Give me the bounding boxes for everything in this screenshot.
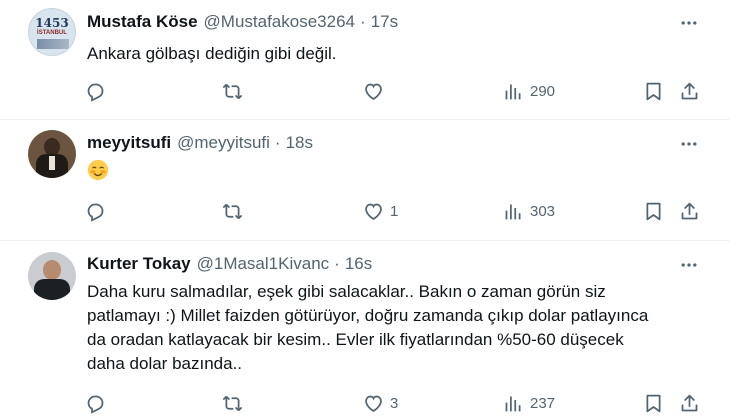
- retweet-icon: [222, 81, 243, 102]
- tweet-text: Ankara gölbaşı dediğin gibi değil.: [87, 44, 337, 63]
- author-name[interactable]: Mustafa Köse: [87, 12, 198, 32]
- like-count: 3: [390, 394, 399, 412]
- tweet-actions: 3 237: [85, 391, 705, 415]
- bookmark-icon: [643, 81, 664, 102]
- more-options-button[interactable]: [678, 254, 700, 276]
- tweet-text: Daha kuru salmadılar, eşek gibi salacakl…: [87, 280, 707, 376]
- smiling-face-with-blush-icon: [87, 159, 109, 181]
- tweet-header: Kurter Tokay @1Masal1Kivanc · 16s: [87, 254, 372, 274]
- bookmark-button[interactable]: [643, 391, 664, 415]
- tweet-header: Mustafa Köse @Mustafakose3264 · 17s: [87, 12, 398, 32]
- avatar-body: [34, 279, 70, 300]
- share-icon: [679, 393, 700, 414]
- reply-icon: [85, 393, 106, 414]
- views-icon: [503, 201, 524, 222]
- share-button[interactable]: [679, 79, 700, 103]
- retweet-button[interactable]: [222, 79, 249, 103]
- tweet-text-line: patlamayı :) Millet faizden götürüyor, d…: [87, 306, 649, 325]
- timestamp[interactable]: 17s: [371, 12, 398, 32]
- bookmark-button[interactable]: [643, 79, 664, 103]
- views-button[interactable]: 237: [503, 391, 555, 415]
- views-count: 290: [530, 82, 556, 100]
- reply-button[interactable]: [85, 199, 112, 223]
- like-icon: [363, 201, 384, 222]
- separator-dot: ·: [274, 133, 281, 152]
- avatar-logo-subtext: İSTANBUL: [37, 30, 67, 36]
- like-button[interactable]: 3: [363, 391, 398, 415]
- views-icon: [503, 393, 524, 414]
- tweet-actions: 1 303: [85, 199, 705, 223]
- retweet-icon: [222, 393, 243, 414]
- tweet[interactable]: 1453 İSTANBUL Mustafa Köse @Mustafakose3…: [0, 0, 730, 120]
- author-handle[interactable]: @meyyitsufi: [177, 133, 270, 153]
- author-handle[interactable]: @1Masal1Kivanc: [197, 254, 330, 274]
- views-count: 303: [530, 202, 556, 220]
- avatar-collar: [49, 156, 55, 170]
- retweet-button[interactable]: [222, 391, 249, 415]
- retweet-icon: [222, 201, 243, 222]
- timestamp[interactable]: 18s: [286, 133, 313, 153]
- author-name[interactable]: Kurter Tokay: [87, 254, 191, 274]
- avatar[interactable]: 1453 İSTANBUL: [28, 8, 76, 56]
- like-icon: [363, 81, 384, 102]
- bookmark-icon: [643, 201, 664, 222]
- tweet[interactable]: Kurter Tokay @1Masal1Kivanc · 16s Daha k…: [0, 242, 730, 420]
- like-icon: [363, 393, 384, 414]
- tweet[interactable]: meyyitsufi @meyyitsufi · 18s 1 303: [0, 121, 730, 241]
- more-icon: [679, 134, 699, 154]
- author-handle[interactable]: @Mustafakose3264: [204, 12, 355, 32]
- retweet-button[interactable]: [222, 199, 249, 223]
- share-button[interactable]: [679, 391, 700, 415]
- tweet-text-line: da oradan katlayacak bir kesim.. Evler i…: [87, 330, 624, 349]
- tweet-header: meyyitsufi @meyyitsufi · 18s: [87, 133, 313, 153]
- reply-icon: [85, 201, 106, 222]
- more-icon: [679, 13, 699, 33]
- views-button[interactable]: 290: [503, 79, 555, 103]
- separator-dot: ·: [334, 254, 340, 273]
- tweet-text: [87, 159, 707, 188]
- more-options-button[interactable]: [678, 12, 700, 34]
- avatar-logo-text: 1453: [35, 16, 69, 30]
- tweet-text-line: Daha kuru salmadılar, eşek gibi salacakl…: [87, 282, 606, 301]
- tweet-text-line: daha dolar bazında..: [87, 354, 243, 373]
- avatar[interactable]: [28, 252, 76, 300]
- reply-button[interactable]: [85, 79, 112, 103]
- share-button[interactable]: [679, 199, 700, 223]
- reply-icon: [85, 81, 106, 102]
- timestamp[interactable]: 16s: [345, 254, 372, 274]
- views-icon: [503, 81, 524, 102]
- tweet-actions: 290: [85, 79, 705, 103]
- avatar-head: [43, 260, 61, 280]
- like-count: 1: [390, 202, 399, 220]
- like-button[interactable]: [363, 79, 390, 103]
- share-icon: [679, 81, 700, 102]
- author-name[interactable]: meyyitsufi: [87, 133, 171, 153]
- views-count: 237: [530, 394, 556, 412]
- bookmark-icon: [643, 393, 664, 414]
- reply-button[interactable]: [85, 391, 112, 415]
- more-icon: [679, 255, 699, 275]
- share-icon: [679, 201, 700, 222]
- like-button[interactable]: 1: [363, 199, 398, 223]
- avatar-skyline: [37, 39, 69, 49]
- separator-dot: ·: [360, 12, 366, 31]
- avatar[interactable]: [28, 130, 76, 178]
- bookmark-button[interactable]: [643, 199, 664, 223]
- views-button[interactable]: 303: [503, 199, 555, 223]
- more-options-button[interactable]: [678, 133, 700, 155]
